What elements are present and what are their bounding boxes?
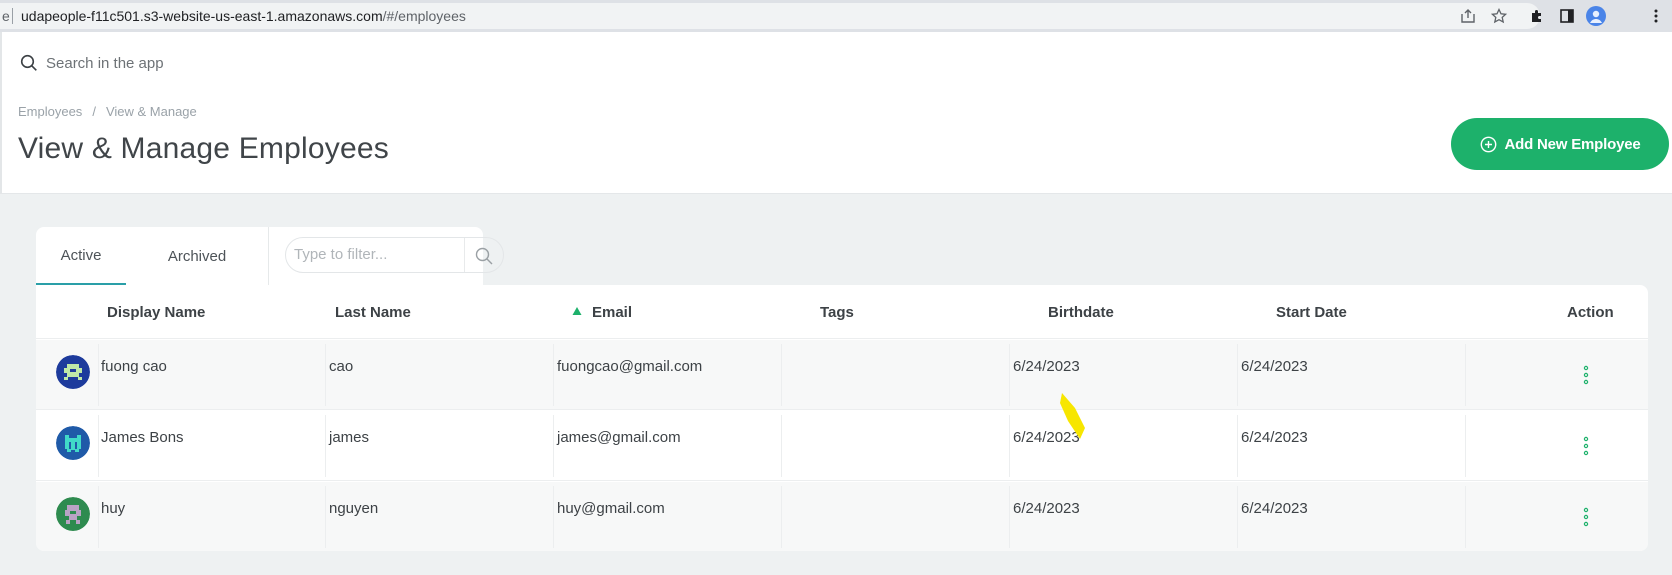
column-divider bbox=[1237, 486, 1238, 548]
table-row[interactable]: fuong cao cao fuongcao@gmail.com 6/24/20… bbox=[36, 340, 1648, 410]
add-new-employee-button[interactable]: Add New Employee bbox=[1451, 118, 1669, 170]
cursor-highlight-mark bbox=[1060, 393, 1085, 439]
cell-birthdate: 6/24/2023 bbox=[1013, 357, 1080, 375]
column-divider bbox=[1465, 486, 1466, 548]
cell-display-name: James Bons bbox=[101, 428, 184, 446]
column-divider bbox=[1237, 415, 1238, 477]
column-header-display-name[interactable]: Display Name bbox=[107, 285, 205, 339]
cell-display-name: huy bbox=[101, 499, 126, 517]
breadcrumb-separator: / bbox=[92, 104, 96, 119]
cell-start-date: 6/24/2023 bbox=[1241, 428, 1308, 446]
breadcrumb-item-view-manage: View & Manage bbox=[105, 104, 197, 119]
bookmark-star-icon[interactable] bbox=[1489, 6, 1509, 26]
table-header: Display Name Last Name Email Tags Birthd… bbox=[36, 285, 1648, 339]
address-bar[interactable]: e udapeople-f11c501.s3-website-us-east-1… bbox=[0, 3, 1540, 29]
cell-email: fuongcao@gmail.com bbox=[557, 357, 703, 375]
column-divider bbox=[325, 486, 326, 548]
column-divider bbox=[325, 344, 326, 406]
url-path: /#/employees bbox=[382, 8, 466, 24]
browser-menu-icon[interactable] bbox=[1646, 6, 1666, 26]
tab-archived[interactable]: Archived bbox=[126, 227, 269, 285]
column-divider bbox=[781, 415, 782, 477]
avatar bbox=[56, 426, 90, 460]
column-divider bbox=[1009, 344, 1010, 406]
cell-email: james@gmail.com bbox=[557, 428, 681, 446]
column-header-action: Action bbox=[1567, 303, 1614, 321]
column-divider bbox=[781, 486, 782, 548]
page-header: Search in the app Employees / View & Man… bbox=[0, 32, 1672, 194]
cell-last-name: cao bbox=[329, 357, 354, 375]
column-divider bbox=[1465, 415, 1466, 477]
column-divider bbox=[98, 486, 99, 548]
breadcrumb-item-employees[interactable]: Employees bbox=[18, 104, 82, 119]
column-divider bbox=[98, 344, 99, 406]
employees-table: Display Name Last Name Email Tags Birthd… bbox=[36, 285, 1648, 551]
breadcrumb: Employees / View & Manage bbox=[18, 104, 197, 119]
cell-last-name: james bbox=[329, 428, 370, 446]
column-header-last-name[interactable]: Last Name bbox=[335, 285, 411, 339]
filter-field[interactable] bbox=[285, 237, 504, 273]
column-divider bbox=[1009, 486, 1010, 548]
add-new-employee-label: Add New Employee bbox=[1504, 135, 1641, 153]
plus-circle-icon bbox=[1480, 136, 1496, 152]
column-header-birthdate[interactable]: Birthdate bbox=[1048, 285, 1114, 339]
column-divider bbox=[1237, 344, 1238, 406]
column-divider bbox=[325, 415, 326, 477]
side-panel-icon[interactable] bbox=[1557, 6, 1577, 26]
search-input[interactable]: Search in the app bbox=[46, 55, 164, 72]
cell-start-date: 6/24/2023 bbox=[1241, 499, 1308, 517]
address-divider bbox=[12, 8, 13, 24]
cell-start-date: 6/24/2023 bbox=[1241, 357, 1308, 375]
page-title: View & Manage Employees bbox=[18, 132, 389, 165]
filter-divider bbox=[464, 238, 465, 272]
column-divider bbox=[1009, 415, 1010, 477]
cell-email: huy@gmail.com bbox=[557, 499, 665, 517]
column-header-email[interactable]: Email bbox=[592, 285, 632, 339]
extensions-puzzle-icon[interactable] bbox=[1527, 6, 1547, 26]
column-divider bbox=[553, 486, 554, 548]
column-divider bbox=[553, 344, 554, 406]
column-divider bbox=[98, 415, 99, 477]
tab-active[interactable]: Active bbox=[36, 227, 126, 285]
cell-birthdate: 6/24/2023 bbox=[1013, 499, 1080, 517]
column-header-start-date[interactable]: Start Date bbox=[1276, 285, 1347, 339]
cell-last-name: nguyen bbox=[329, 499, 379, 517]
search-icon bbox=[20, 54, 37, 71]
address-bar-edge-text: e bbox=[2, 8, 10, 24]
row-actions-icon[interactable] bbox=[1581, 364, 1591, 386]
avatar bbox=[56, 497, 90, 531]
row-actions-icon[interactable] bbox=[1581, 506, 1591, 528]
filter-search-icon[interactable] bbox=[474, 246, 494, 266]
app-search[interactable]: Search in the app bbox=[20, 46, 1292, 80]
tab-bar: Active Archived bbox=[36, 227, 504, 285]
column-header-tags[interactable]: Tags bbox=[820, 285, 854, 339]
column-divider bbox=[1465, 344, 1466, 406]
table-row[interactable]: James Bons james james@gmail.com 6/24/20… bbox=[36, 411, 1648, 481]
table-row[interactable]: huy nguyen huy@gmail.com 6/24/2023 6/24/… bbox=[36, 482, 1648, 551]
row-actions-icon[interactable] bbox=[1581, 435, 1591, 457]
column-divider bbox=[553, 415, 554, 477]
profile-avatar-icon[interactable] bbox=[1586, 6, 1606, 26]
column-divider bbox=[781, 344, 782, 406]
filter-input[interactable] bbox=[294, 246, 464, 263]
url-host: udapeople-f11c501.s3-website-us-east-1.a… bbox=[21, 8, 383, 24]
app-container: Search in the app Employees / View & Man… bbox=[0, 32, 1672, 575]
url-text[interactable]: udapeople-f11c501.s3-website-us-east-1.a… bbox=[21, 8, 466, 24]
sort-ascending-icon[interactable] bbox=[572, 306, 582, 316]
share-icon[interactable] bbox=[1458, 6, 1478, 26]
browser-toolbar: e udapeople-f11c501.s3-website-us-east-1… bbox=[0, 0, 1672, 32]
cell-display-name: fuong cao bbox=[101, 357, 167, 375]
avatar bbox=[56, 355, 90, 389]
